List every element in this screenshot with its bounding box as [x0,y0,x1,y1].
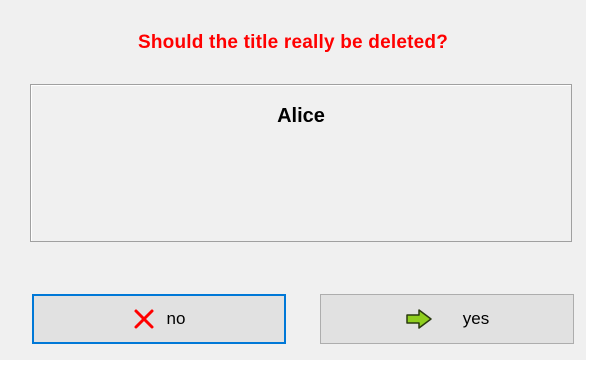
yes-button-label: yes [462,309,490,328]
x-mark-icon [133,308,155,330]
confirmation-prompt: Should the title really be deleted? [138,32,448,53]
no-button[interactable]: no [32,294,286,344]
title-value: Alice [277,105,325,127]
right-arrow-icon [405,308,433,330]
no-button-label: no [166,309,186,328]
delete-title-dialog: Should the title really be deleted? Alic… [0,0,586,360]
yes-button[interactable]: yes [320,294,574,344]
title-display-box: Alice [30,84,572,242]
